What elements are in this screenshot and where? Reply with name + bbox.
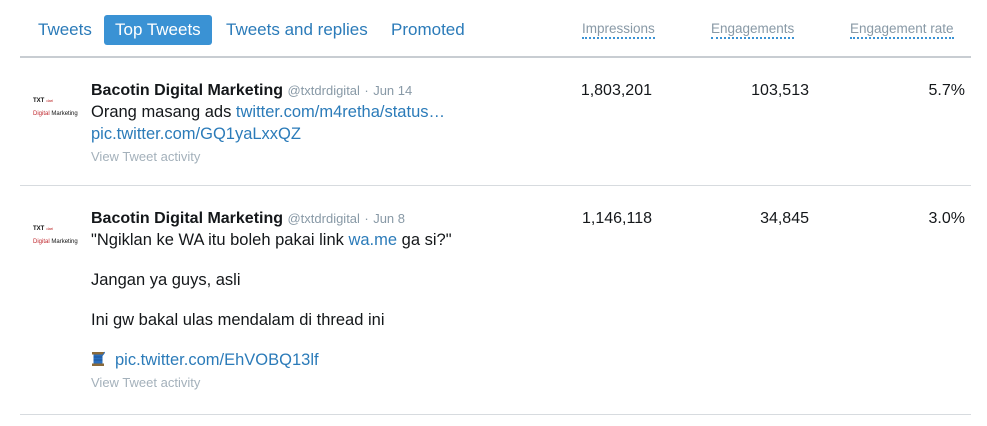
engagement-rate-column-header[interactable]: Engagement rate xyxy=(850,21,954,39)
engagements-value: 34,845 xyxy=(760,210,809,227)
impressions-column-header[interactable]: Impressions xyxy=(582,21,655,39)
tab-tweets[interactable]: Tweets xyxy=(38,15,92,45)
tweet-row: TXT dari Digital Marketing Bacotin Digita… xyxy=(20,58,971,185)
author-handle[interactable]: @txtdrdigital xyxy=(287,83,359,98)
tweet-text: "Ngiklan ke WA itu boleh pakai link wa.m… xyxy=(91,231,452,249)
tweet-header: Bacotin Digital Marketing @txtdrdigital … xyxy=(91,81,471,101)
author-name[interactable]: Bacotin Digital Marketing xyxy=(91,82,283,99)
author-name[interactable]: Bacotin Digital Marketing xyxy=(91,210,283,227)
tweet-text: Orang masang ads twitter.com/m4retha/sta… xyxy=(91,103,445,121)
separator-dot: · xyxy=(364,211,369,226)
tweet-text-line: Ini gw bakal ulas mendalam di thread ini xyxy=(91,311,385,329)
row-divider xyxy=(20,414,971,415)
tweet-link[interactable]: wa.me xyxy=(348,231,397,249)
tab-promoted[interactable]: Promoted xyxy=(391,15,465,45)
avatar[interactable]: TXT dari Digital Marketing xyxy=(28,226,80,256)
tweet-date[interactable]: Jun 14 xyxy=(373,83,412,98)
impressions-value: 1,146,118 xyxy=(582,210,652,227)
view-tweet-activity-link[interactable]: View Tweet activity xyxy=(91,375,471,390)
tab-bar: Tweets Top Tweets Tweets and replies Pro… xyxy=(0,0,987,58)
tweet-link[interactable]: twitter.com/m4retha/status… xyxy=(236,103,445,121)
separator-dot: · xyxy=(364,83,369,98)
engagement-rate-value: 5.7% xyxy=(928,82,965,99)
tweet-content: Bacotin Digital Marketing @txtdrdigital … xyxy=(91,81,471,164)
tweet-text-line: Jangan ya guys, asli xyxy=(91,271,241,289)
engagement-rate-value: 3.0% xyxy=(928,210,965,227)
engagements-column-header[interactable]: Engagements xyxy=(711,21,795,39)
tweet-header: Bacotin Digital Marketing @txtdrdigital … xyxy=(91,209,471,229)
engagements-value: 103,513 xyxy=(751,82,809,99)
pic-link[interactable]: pic.twitter.com/EhVOBQ13lf xyxy=(115,351,319,369)
author-handle[interactable]: @txtdrdigital xyxy=(287,211,359,226)
avatar[interactable]: TXT dari Digital Marketing xyxy=(28,98,80,128)
view-tweet-activity-link[interactable]: View Tweet activity xyxy=(91,149,471,164)
tab-tweets-and-replies[interactable]: Tweets and replies xyxy=(226,15,368,45)
tweet-date[interactable]: Jun 8 xyxy=(373,211,405,226)
tweet-row: TXT dari Digital Marketing Bacotin Digita… xyxy=(20,186,971,414)
tab-top-tweets[interactable]: Top Tweets xyxy=(104,15,212,45)
tweet-content: Bacotin Digital Marketing @txtdrdigital … xyxy=(91,209,471,390)
thread-spool-icon xyxy=(92,351,105,366)
impressions-value: 1,803,201 xyxy=(580,82,652,99)
pic-link[interactable]: pic.twitter.com/GQ1yaLxxQZ xyxy=(91,125,301,143)
